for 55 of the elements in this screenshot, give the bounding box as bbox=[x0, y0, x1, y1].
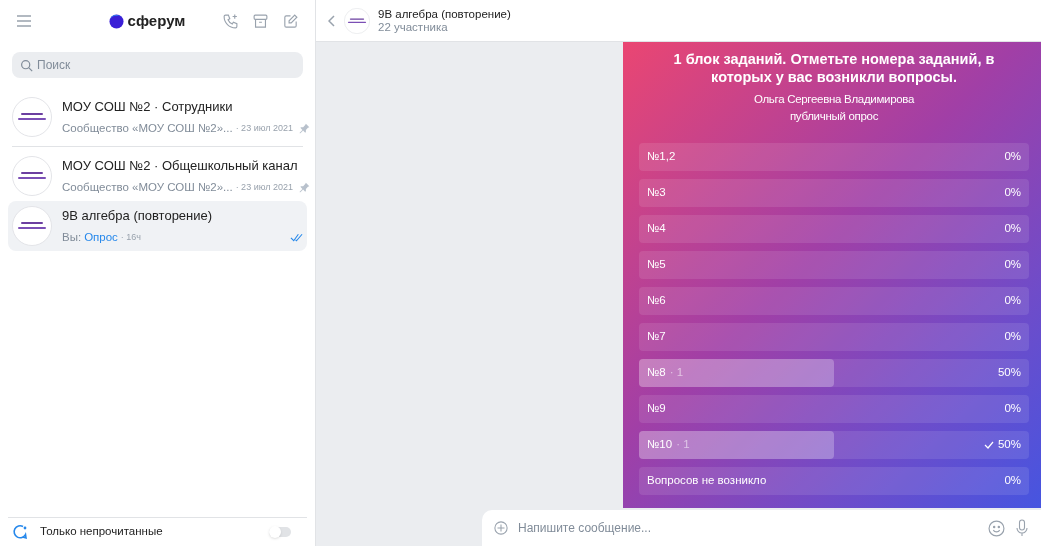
vote-count: · 1 bbox=[676, 436, 690, 452]
chat-item[interactable]: 9В алгебра (повторение) Вы: Опрос · 16ч bbox=[8, 201, 307, 251]
chat-preview: Сообщество «МОУ СОШ №2»... bbox=[62, 179, 233, 195]
chat-time: · 23 июл 2021 bbox=[235, 121, 293, 135]
chat-title: МОУ СОШ №2 · Сотрудники bbox=[62, 98, 234, 117]
poll-author: Ольга Сергеевна Владимирова bbox=[753, 92, 915, 107]
chat-title: МОУ СОШ №2 · Общешкольный канал bbox=[62, 157, 299, 176]
option-percent: 50% bbox=[997, 364, 1021, 380]
option-label: №3 bbox=[647, 184, 666, 200]
poll-option[interactable]: №3 0% bbox=[639, 178, 1029, 207]
chat-item[interactable]: МОУ СОШ №2 · Сотрудники Сообщество «МОУ СОШ №2»... · 23 июл 2021 bbox=[8, 92, 307, 142]
filter-label: Только непрочитанные bbox=[40, 524, 164, 540]
option-percent: 50% bbox=[997, 436, 1021, 452]
option-percent: 0% bbox=[1004, 220, 1021, 236]
chat-time: · 16ч bbox=[120, 230, 142, 244]
poll-option[interactable]: №10 · 1 50% bbox=[639, 430, 1029, 459]
chat-preview: Вы: bbox=[62, 229, 82, 245]
poll-title: 1 блок заданий. Отметьте номера заданий, в которых у вас возникли вопросы. bbox=[672, 50, 996, 86]
option-label: №4 bbox=[647, 220, 666, 236]
option-label: №9 bbox=[647, 400, 666, 416]
poll-option[interactable]: №9 0% bbox=[639, 394, 1029, 423]
option-percent: 0% bbox=[1004, 400, 1021, 416]
chat-time: · 23 июл 2021 bbox=[235, 180, 293, 194]
poll-option[interactable]: №7 0% bbox=[639, 322, 1029, 351]
poll-option[interactable]: Вопросов не возникло 0% bbox=[639, 466, 1029, 495]
option-label: Вопросов не возникло bbox=[647, 472, 767, 488]
composer-bar[interactable]: Напишите сообщение... bbox=[482, 510, 1041, 546]
chat-header-subtitle: 22 участника bbox=[378, 20, 449, 34]
option-percent: 0% bbox=[1004, 292, 1021, 308]
option-label: №6 bbox=[647, 292, 666, 308]
option-percent: 0% bbox=[1004, 148, 1021, 164]
search-field[interactable]: Поиск bbox=[12, 52, 303, 78]
option-percent: 0% bbox=[1004, 256, 1021, 272]
poll-option[interactable]: №8 · 1 50% bbox=[639, 358, 1029, 387]
option-label: №7 bbox=[647, 328, 666, 344]
chat-preview: Сообщество «МОУ СОШ №2»... bbox=[62, 120, 233, 136]
option-label: №8 bbox=[647, 364, 666, 380]
chat-item[interactable]: МОУ СОШ №2 · Общешкольный канал Сообщество «МОУ СОШ №2»... · 23 июл 2021 bbox=[8, 151, 307, 201]
message-input[interactable]: Напишите сообщение... bbox=[518, 519, 978, 537]
poll-link[interactable]: Опрос bbox=[84, 228, 118, 246]
option-label: №10 bbox=[647, 436, 673, 452]
option-label: №1,2 bbox=[647, 148, 676, 164]
poll-option[interactable]: №5 0% bbox=[639, 250, 1029, 279]
chat-header-title: 9В алгебра (повторение) bbox=[378, 7, 511, 21]
option-percent: 0% bbox=[1004, 184, 1021, 200]
poll-option[interactable]: №6 0% bbox=[639, 286, 1029, 315]
poll-type: публичный опрос bbox=[789, 109, 879, 125]
vote-count: · 1 bbox=[669, 364, 684, 380]
option-percent: 0% bbox=[1004, 328, 1021, 344]
logo-text: сферум bbox=[127, 10, 186, 31]
poll-option[interactable]: №1,2 0% bbox=[639, 142, 1029, 171]
poll-option[interactable]: №4 0% bbox=[639, 214, 1029, 243]
chat-title: 9В алгебра (повторение) bbox=[62, 207, 214, 226]
option-label: №5 bbox=[647, 256, 666, 272]
option-percent: 0% bbox=[1004, 472, 1021, 488]
